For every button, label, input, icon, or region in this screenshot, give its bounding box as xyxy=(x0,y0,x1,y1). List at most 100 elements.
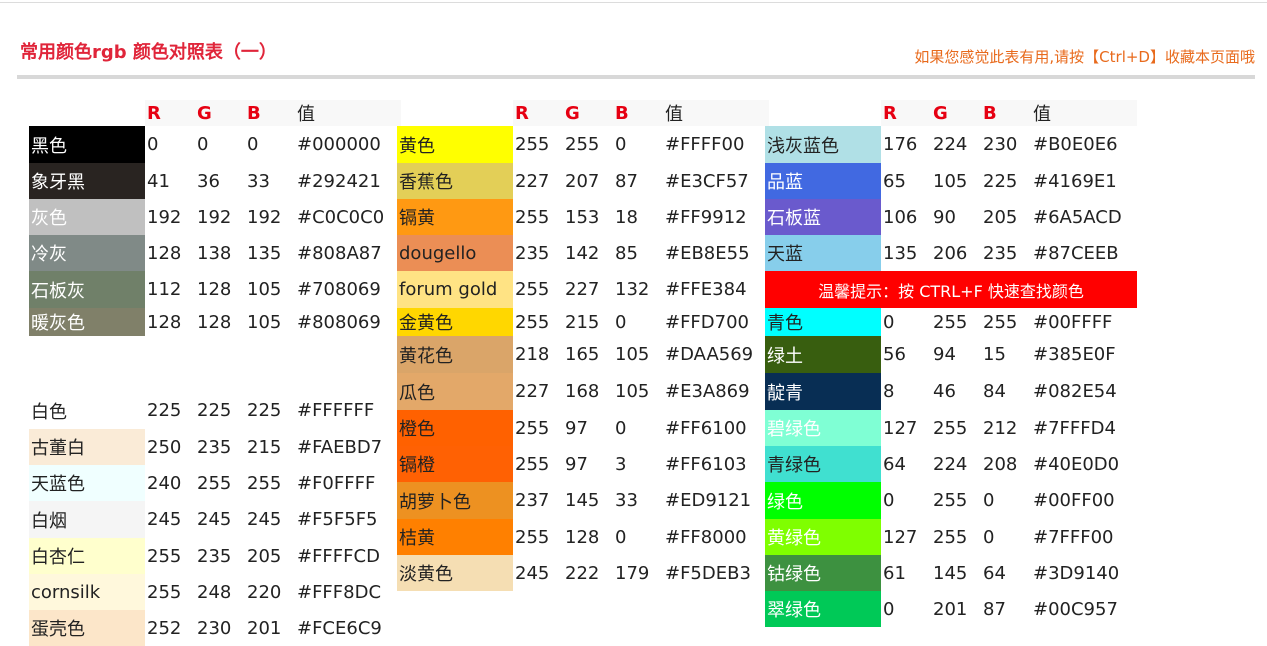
color-g-value: 46 xyxy=(933,381,956,402)
color-r-value: 61 xyxy=(883,562,906,584)
color-g-value: 97 xyxy=(565,417,588,439)
color-row: cornsilk 255 248 220 #FFF8DC xyxy=(29,574,401,610)
color-g-value: 227 xyxy=(565,279,600,300)
color-b-value: 179 xyxy=(615,562,650,584)
color-b-value: 205 xyxy=(983,206,1018,228)
color-row: 胡萝卜色 237 145 33 #ED9121 xyxy=(397,482,769,519)
color-g-value: 245 xyxy=(197,509,232,530)
color-g-value: 201 xyxy=(933,598,968,620)
color-hex-value: #FCE6C9 xyxy=(297,617,382,639)
color-r-value: 65 xyxy=(883,170,906,192)
color-name-swatch: 古董白 xyxy=(29,429,145,465)
header-b: B xyxy=(613,100,663,126)
color-b-value: 220 xyxy=(247,581,282,603)
color-r-value: 0 xyxy=(147,134,159,155)
color-b-value: 245 xyxy=(247,509,282,530)
color-r-value: 240 xyxy=(147,472,182,494)
color-r-value: 255 xyxy=(515,279,550,300)
color-g-value: 222 xyxy=(565,562,600,584)
color-r-value: 128 xyxy=(147,311,182,333)
color-b-value: 0 xyxy=(983,490,995,511)
color-hex-value: #E3A869 xyxy=(665,381,750,402)
color-name-swatch xyxy=(29,336,145,392)
color-row: 瓜色 227 168 105 #E3A869 xyxy=(397,373,769,410)
header-b: B xyxy=(981,100,1031,126)
color-g-value: 255 xyxy=(933,526,968,548)
color-row: 橙色 255 97 0 #FF6100 xyxy=(397,410,769,446)
color-name-swatch: 镉黄 xyxy=(397,199,513,235)
color-r-value: 227 xyxy=(515,170,550,192)
color-g-value: 235 xyxy=(197,545,232,567)
color-row: 钴绿色 61 145 64 #3D9140 xyxy=(765,555,1137,591)
color-b-value: 87 xyxy=(983,598,1006,620)
color-b-value: 230 xyxy=(983,134,1018,155)
color-b-value: 0 xyxy=(615,526,627,548)
color-r-value: 56 xyxy=(883,344,906,365)
color-row xyxy=(29,336,401,392)
bookmark-tip-link[interactable]: 如果您感觉此表有用,请按【Ctrl+D】收藏本页面哦 xyxy=(914,46,1255,67)
color-r-value: 250 xyxy=(147,436,182,458)
color-r-value: 252 xyxy=(147,617,182,639)
color-b-value: 135 xyxy=(247,242,282,264)
color-row: 石板蓝 106 90 205 #6A5ACD xyxy=(765,199,1137,235)
color-r-value: 0 xyxy=(883,598,895,620)
color-row: 象牙黑 41 36 33 #292421 xyxy=(29,163,401,199)
color-g-value: 90 xyxy=(933,206,956,228)
color-hex-value: #FF6100 xyxy=(665,417,747,439)
color-g-value: 215 xyxy=(565,311,600,333)
color-hex-value: #082E54 xyxy=(1033,381,1117,402)
color-row: 石板灰 112 128 105 #708069 xyxy=(29,271,401,308)
color-b-value: 132 xyxy=(615,279,650,300)
color-b-value: 201 xyxy=(247,617,282,639)
color-hex-value: #808069 xyxy=(297,311,381,333)
color-g-value: 36 xyxy=(197,170,220,192)
color-row: 香蕉色 227 207 87 #E3CF57 xyxy=(397,163,769,199)
color-row: forum gold 255 227 132 #FFE384 xyxy=(397,271,769,308)
color-hex-value: #FAEBD7 xyxy=(297,436,383,458)
title-divider xyxy=(17,75,1255,79)
color-row: 白烟 245 245 245 #F5F5F5 xyxy=(29,501,401,538)
color-r-value: 127 xyxy=(883,417,918,439)
color-hex-value: #F5F5F5 xyxy=(297,509,378,530)
color-row: 镉黄 255 153 18 #FF9912 xyxy=(397,199,769,235)
color-row: 古董白 250 235 215 #FAEBD7 xyxy=(29,429,401,465)
color-g-value xyxy=(195,336,245,392)
header-value: 值 xyxy=(295,100,401,126)
color-hex-value: #808A87 xyxy=(297,242,382,264)
color-row: 暖灰色 128 128 105 #808069 xyxy=(29,308,401,336)
color-row: 淡黄色 245 222 179 #F5DEB3 xyxy=(397,555,769,591)
color-r-value: 255 xyxy=(515,311,550,333)
color-hex-value: #FFFF00 xyxy=(665,134,745,155)
header-g: G xyxy=(931,100,981,126)
color-b-value: 255 xyxy=(983,311,1018,333)
header-r: R xyxy=(513,100,563,126)
color-b-value: 212 xyxy=(983,417,1018,439)
color-name-swatch: 橙色 xyxy=(397,410,513,446)
color-hex-value: #00FFFF xyxy=(1033,311,1113,333)
color-hex-value: #F5DEB3 xyxy=(665,562,751,584)
color-name-swatch: 绿色 xyxy=(765,482,881,519)
color-hex-value: #7FFF00 xyxy=(1033,526,1114,548)
color-g-value: 97 xyxy=(565,453,588,475)
color-hex-value: #FFE384 xyxy=(665,279,747,300)
color-hex-value: #4169E1 xyxy=(1033,170,1117,192)
color-r-value: 255 xyxy=(147,545,182,567)
color-hex-value: #00C957 xyxy=(1033,598,1118,620)
color-name-swatch: 灰色 xyxy=(29,199,145,235)
color-row: 灰色 192 192 192 #C0C0C0 xyxy=(29,199,401,235)
color-hex-value: #B0E0E6 xyxy=(1033,134,1118,155)
color-b-value: 0 xyxy=(615,417,627,439)
color-r-value: 255 xyxy=(515,453,550,475)
color-g-value: 128 xyxy=(197,311,232,333)
color-name-swatch: 钴绿色 xyxy=(765,555,881,591)
color-name-swatch: 青色 xyxy=(765,308,881,336)
color-r-value: 245 xyxy=(147,509,182,530)
color-b-value: 33 xyxy=(247,170,270,192)
color-b-value: 3 xyxy=(615,453,627,475)
color-hex-value: #FF9912 xyxy=(665,206,747,228)
color-r-value: 176 xyxy=(883,134,918,155)
color-hex-value: #FFD700 xyxy=(665,311,750,333)
color-hex-value: #ED9121 xyxy=(665,490,752,511)
color-g-value: 105 xyxy=(933,170,968,192)
header-g: G xyxy=(195,100,245,126)
